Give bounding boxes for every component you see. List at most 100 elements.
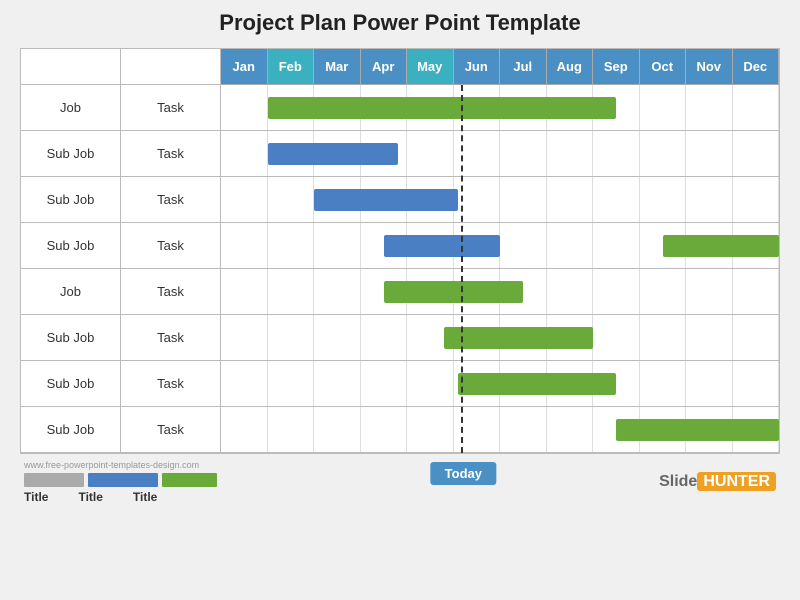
grid-cell-1-9 (640, 131, 687, 176)
grid-cell-5-1 (268, 315, 315, 360)
grid-cell-4-2 (314, 269, 361, 314)
row-label-job-6: Sub Job (21, 361, 121, 406)
grid-cell-1-5 (454, 131, 501, 176)
grid-cell-6-7 (547, 361, 594, 406)
grid-cell-0-7 (547, 85, 594, 130)
grid-cell-7-3 (361, 407, 408, 452)
grid-cell-7-2 (314, 407, 361, 452)
grid-cell-3-9 (640, 223, 687, 268)
grid-cell-6-10 (686, 361, 733, 406)
grid-cell-7-11 (733, 407, 780, 452)
grid-cell-1-7 (547, 131, 594, 176)
grid-cell-0-9 (640, 85, 687, 130)
grid-cell-1-11 (733, 131, 780, 176)
grid-cell-3-0 (221, 223, 268, 268)
month-cell-jan: Jan (221, 49, 268, 85)
grid-cell-6-4 (407, 361, 454, 406)
grid-cell-5-8 (593, 315, 640, 360)
grid-cell-7-6 (500, 407, 547, 452)
grid-cell-4-4 (407, 269, 454, 314)
grid-cell-4-9 (640, 269, 687, 314)
grid-cell-2-4 (407, 177, 454, 222)
grid-cell-7-7 (547, 407, 594, 452)
footer: www.free-powerpoint-templates-design.com… (20, 460, 780, 504)
footer-title-2: Title (133, 490, 157, 504)
month-cell-feb: Feb (268, 49, 315, 85)
header-label-col1 (21, 49, 121, 85)
grid-cell-7-10 (686, 407, 733, 452)
month-cell-aug: Aug (547, 49, 594, 85)
grid-cell-4-1 (268, 269, 315, 314)
grid-cell-5-10 (686, 315, 733, 360)
row-label-job-4: Job (21, 269, 121, 314)
month-cell-oct: Oct (640, 49, 687, 85)
grid-cell-3-4 (407, 223, 454, 268)
grid-cell-3-7 (547, 223, 594, 268)
grid-cell-4-6 (500, 269, 547, 314)
grid-cell-1-8 (593, 131, 640, 176)
gantt-row-5: Sub JobTask (21, 315, 779, 361)
footer-title-0: Title (24, 490, 48, 504)
gantt-row-1: Sub JobTask (21, 131, 779, 177)
grid-cell-6-9 (640, 361, 687, 406)
row-label-job-1: Sub Job (21, 131, 121, 176)
grid-cell-1-10 (686, 131, 733, 176)
grid-cell-6-0 (221, 361, 268, 406)
row-label-task-4: Task (121, 269, 221, 314)
footer-left: www.free-powerpoint-templates-design.com… (24, 460, 217, 504)
grid-cell-7-8 (593, 407, 640, 452)
gantt-header: JanFebMarAprMayJunJulAugSepOctNovDec (21, 49, 779, 85)
grid-cell-7-0 (221, 407, 268, 452)
grid-cell-5-4 (407, 315, 454, 360)
month-cell-may: May (407, 49, 454, 85)
grid-cell-5-2 (314, 315, 361, 360)
grid-cell-2-2 (314, 177, 361, 222)
grid-cell-2-5 (454, 177, 501, 222)
grid-cell-0-0 (221, 85, 268, 130)
grid-cell-5-11 (733, 315, 780, 360)
footer-logo-slide: Slide (659, 473, 697, 490)
month-cell-sep: Sep (593, 49, 640, 85)
row-label-job-3: Sub Job (21, 223, 121, 268)
grid-cell-0-1 (268, 85, 315, 130)
grid-cell-2-11 (733, 177, 780, 222)
row-label-task-3: Task (121, 223, 221, 268)
footer-bars (24, 473, 217, 487)
footer-title-1: Title (78, 490, 102, 504)
row-label-task-1: Task (121, 131, 221, 176)
month-cell-jun: Jun (454, 49, 501, 85)
grid-cell-3-2 (314, 223, 361, 268)
footer-bar-blue (88, 473, 158, 487)
grid-cell-6-6 (500, 361, 547, 406)
grid-cell-5-0 (221, 315, 268, 360)
grid-cell-3-3 (361, 223, 408, 268)
row-label-job-5: Sub Job (21, 315, 121, 360)
month-cell-apr: Apr (361, 49, 408, 85)
grid-cell-5-9 (640, 315, 687, 360)
grid-cell-2-3 (361, 177, 408, 222)
grid-cell-4-10 (686, 269, 733, 314)
footer-logo: SlideHUNTER (659, 473, 776, 491)
grid-cell-4-0 (221, 269, 268, 314)
grid-cell-3-8 (593, 223, 640, 268)
grid-cell-1-3 (361, 131, 408, 176)
page-title: Project Plan Power Point Template (219, 10, 580, 36)
grid-cell-6-2 (314, 361, 361, 406)
row-label-task-2: Task (121, 177, 221, 222)
header-label-col2 (121, 49, 221, 85)
grid-cell-7-1 (268, 407, 315, 452)
grid-cell-1-0 (221, 131, 268, 176)
grid-cell-2-9 (640, 177, 687, 222)
grid-cell-5-7 (547, 315, 594, 360)
grid-cell-7-5 (454, 407, 501, 452)
gantt-row-2: Sub JobTask (21, 177, 779, 223)
grid-cell-0-10 (686, 85, 733, 130)
grid-cell-6-11 (733, 361, 780, 406)
grid-cell-0-8 (593, 85, 640, 130)
grid-cell-0-6 (500, 85, 547, 130)
grid-cell-7-9 (640, 407, 687, 452)
grid-cell-6-5 (454, 361, 501, 406)
row-label-job-0: Job (21, 85, 121, 130)
grid-cell-5-3 (361, 315, 408, 360)
grid-cell-4-7 (547, 269, 594, 314)
